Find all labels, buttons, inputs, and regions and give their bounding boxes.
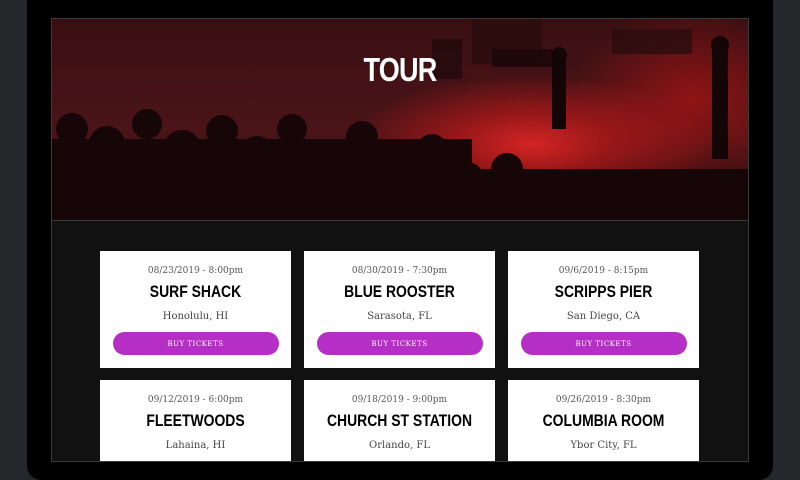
tour-hero-banner: TOUR [52,19,748,221]
event-venue: BLUE ROOSTER [344,282,455,301]
event-card: 09/12/2019 - 6:00pm FLEETWOODS Lahaina, … [100,380,291,461]
concert-crowd-image [52,19,748,220]
buy-tickets-button[interactable]: BUY TICKETS [316,332,483,355]
event-city: Lahaina, HI [165,440,226,451]
event-card: 09/18/2019 - 9:00pm CHURCH ST STATION Or… [304,380,495,461]
tour-dates-grid: 08/23/2019 - 8:00pm SURF SHACK Honolulu,… [100,251,699,461]
event-venue: SURF SHACK [149,282,242,301]
page-title: TOUR [363,51,438,88]
event-city: Orlando, FL [369,440,430,451]
event-city: Honolulu, HI [162,311,229,322]
event-date: 09/18/2019 - 9:00pm [351,395,448,405]
event-city: Sarasota, FL [367,311,432,322]
event-date: 09/12/2019 - 6:00pm [147,395,244,405]
event-venue: FLEETWOODS [146,411,245,430]
event-date: 08/23/2019 - 8:00pm [147,266,244,276]
buy-tickets-button[interactable]: BUY TICKETS [520,332,687,355]
event-city: San Diego, CA [566,311,641,322]
event-date: 09/26/2019 - 8:30pm [555,395,652,405]
event-card: 09/6/2019 - 8:15pm SCRIPPS PIER San Dieg… [508,251,699,368]
event-venue: CHURCH ST STATION [326,411,473,430]
event-card: 08/23/2019 - 8:00pm SURF SHACK Honolulu,… [100,251,291,368]
event-card: 08/30/2019 - 7:30pm BLUE ROOSTER Sarasot… [304,251,495,368]
event-venue: SCRIPPS PIER [554,282,653,301]
event-date: 09/6/2019 - 8:15pm [558,266,649,276]
event-venue: COLUMBIA ROOM [542,411,665,430]
event-card: 09/26/2019 - 8:30pm COLUMBIA ROOM Ybor C… [508,380,699,461]
buy-tickets-button[interactable]: BUY TICKETS [112,332,279,355]
event-city: Ybor City, FL [570,440,637,451]
browser-viewport: TOUR 08/23/2019 - 8:00pm SURF SHACK Hono… [52,19,748,461]
event-date: 08/30/2019 - 7:30pm [351,266,448,276]
